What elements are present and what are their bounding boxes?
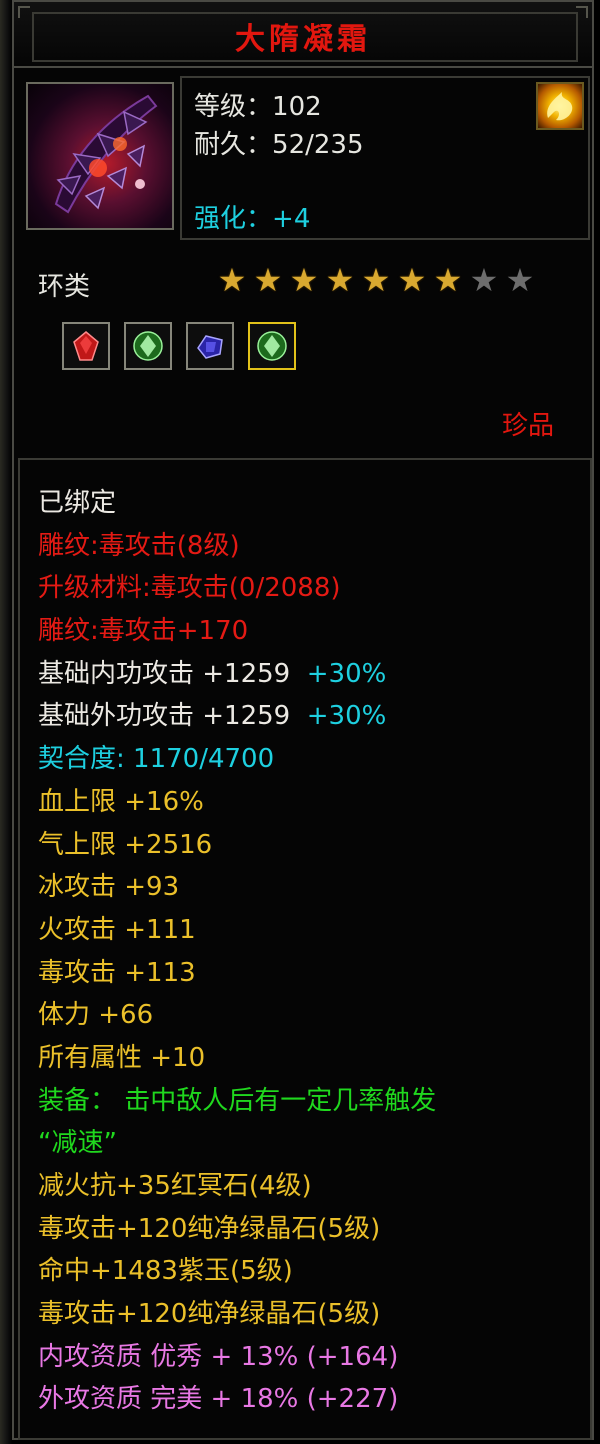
item-durability: 耐久：52/235 <box>194 124 364 161</box>
rarity-label: 珍品 <box>501 411 554 441</box>
enhance-label: 强化 <box>194 204 247 234</box>
durability-label: 耐久 <box>194 130 247 160</box>
engrave-bonus-line: 雕纹:毒攻击+170 <box>38 616 249 647</box>
star-empty-icon: ★ <box>505 261 535 299</box>
gem-slot[interactable] <box>124 322 172 370</box>
purple-jade-icon <box>197 335 223 359</box>
star-filled-icon: ★ <box>325 261 355 299</box>
inner-attack-bonus: +30% <box>306 658 387 689</box>
gem-slot[interactable] <box>186 322 234 370</box>
level-label: 等级 <box>194 92 247 122</box>
item-level: 等级：102 <box>194 86 322 123</box>
inner-attack-line: 基础内功攻击 +1259 +30% <box>38 653 578 696</box>
equip-effect-line: 装备： 击中敌人后有一定几率触发 <box>38 1085 437 1116</box>
star-rating: ★ ★ ★ ★ ★ ★ ★ ★ ★ <box>214 262 538 298</box>
equip-effect-line-2: “减速” <box>38 1128 117 1159</box>
outer-attack-label: 基础外功攻击 +1259 <box>38 701 291 732</box>
outer-attack-bonus: +30% <box>306 701 387 732</box>
gem-slots <box>62 322 310 370</box>
durability-separator: ： <box>246 130 273 160</box>
stat-line: 气上限 +2516 <box>38 829 213 860</box>
enhance-separator: ： <box>246 204 273 234</box>
durability-value: 52/235 <box>272 130 364 160</box>
stat-line: 血上限 +16% <box>38 786 204 817</box>
attribute-list: 已绑定 雕纹:毒攻击(8级) 升级材料:毒攻击(0/2088) 雕纹:毒攻击+1… <box>38 482 578 1421</box>
item-name: 大隋凝霜 <box>235 22 371 57</box>
star-filled-icon: ★ <box>433 261 463 299</box>
gem-effect-line: 减火抗+35红冥石(4级) <box>38 1171 312 1201</box>
star-filled-icon: ★ <box>289 261 319 299</box>
enhance-value: +4 <box>272 204 311 234</box>
gem-effect-line: 毒攻击+120纯净绿晶石(5级) <box>38 1299 381 1330</box>
ring-icon <box>26 82 174 230</box>
green-crystal-icon <box>133 331 163 361</box>
level-value: 102 <box>272 92 322 122</box>
gem-slot-selected[interactable] <box>248 322 296 370</box>
star-filled-icon: ★ <box>361 261 391 299</box>
inner-aptitude-line: 内攻资质 优秀 + 13% (+164) <box>38 1341 399 1372</box>
star-filled-icon: ★ <box>397 261 427 299</box>
green-crystal-icon <box>257 331 287 361</box>
fit-degree-line: 契合度: 1170/4700 <box>38 744 275 775</box>
engrave-line: 雕纹:毒攻击(8级) <box>38 530 240 561</box>
star-empty-icon: ★ <box>469 261 499 299</box>
stat-line: 毒攻击 +113 <box>38 957 196 988</box>
red-gem-icon <box>73 331 99 361</box>
inner-attack-label: 基础内功攻击 +1259 <box>38 658 291 689</box>
item-enhance: 强化：+4 <box>194 198 310 235</box>
outer-attack-line: 基础外功攻击 +1259 +30% <box>38 695 578 738</box>
stat-line: 冰攻击 +93 <box>38 872 180 903</box>
title-bar: 大隋凝霜 <box>14 2 592 68</box>
item-type: 环类 <box>38 272 91 302</box>
gem-slot[interactable] <box>62 322 110 370</box>
stat-line: 体力 +66 <box>38 1000 154 1031</box>
upgrade-material-line: 升级材料:毒攻击(0/2088) <box>38 573 341 604</box>
gem-effect-line: 毒攻击+120纯净绿晶石(5级) <box>38 1213 381 1244</box>
gem-effect-line: 命中+1483紫玉(5级) <box>38 1256 293 1287</box>
stat-line: 所有属性 +10 <box>38 1042 206 1073</box>
golden-flame-badge-icon[interactable] <box>536 82 584 130</box>
outer-aptitude-line: 外攻资质 完美 + 18% (+227) <box>38 1384 399 1415</box>
level-separator: ： <box>246 92 273 122</box>
window-left-edge <box>0 0 12 1444</box>
stat-line: 火攻击 +111 <box>38 914 196 945</box>
star-filled-icon: ★ <box>217 261 247 299</box>
star-filled-icon: ★ <box>253 261 283 299</box>
bound-status: 已绑定 <box>38 488 117 518</box>
